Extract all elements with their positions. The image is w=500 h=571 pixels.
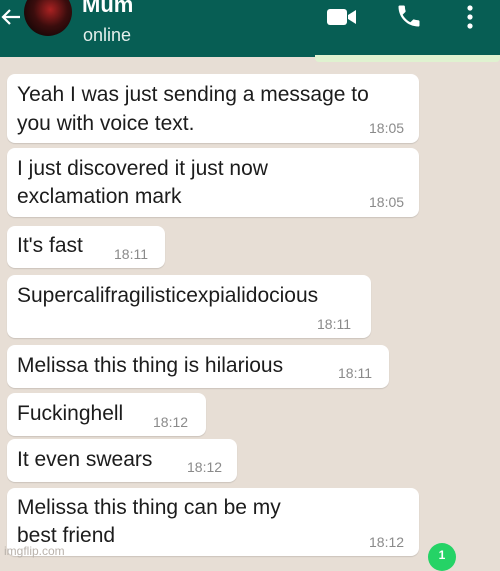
message-bubble[interactable]: Yeah I was just sending a message to you… <box>7 74 419 143</box>
message-text-line: Yeah I was just sending a message to <box>17 83 369 106</box>
message-bubble[interactable]: It even swears 18:12 <box>7 439 237 482</box>
watermark: imgflip.com <box>4 544 65 558</box>
message-time: 18:12 <box>153 414 189 430</box>
message-bubble[interactable]: Fuckinghell 18:12 <box>7 393 206 436</box>
message-text-line: you with voice text. <box>17 112 195 135</box>
video-call-icon[interactable] <box>326 6 358 33</box>
message-text-line: Melissa this thing is hilarious <box>17 354 284 377</box>
back-arrow-icon[interactable] <box>0 6 22 28</box>
avatar[interactable] <box>24 0 72 36</box>
message-bubble[interactable]: It's fast 18:11 <box>7 226 165 268</box>
contact-status: online <box>83 25 132 45</box>
message-time: 18:05 <box>369 120 405 136</box>
message-time: 18:11 <box>317 316 351 332</box>
message-time: 18:05 <box>369 194 405 210</box>
message-bubble[interactable]: Melissa this thing is hilarious 18:11 <box>7 345 389 388</box>
phone-call-icon[interactable] <box>395 2 423 35</box>
message-text-line: exclamation mark <box>17 185 182 208</box>
message-text-line: Melissa this thing can be my <box>17 496 281 519</box>
message-list[interactable]: Yeah I was just sending a message to you… <box>0 57 500 561</box>
message-text-line: Fuckinghell <box>17 402 124 425</box>
message-bubble[interactable]: I just discovered it just now exclamatio… <box>7 148 419 217</box>
message-time: 18:11 <box>114 246 148 262</box>
contact-name[interactable]: Mum <box>82 0 133 18</box>
message-time: 18:12 <box>369 534 405 550</box>
message-text-line: Supercalifragilisticexpialidocious <box>17 284 319 307</box>
message-text-line: It even swears <box>17 448 153 471</box>
message-time: 18:11 <box>338 365 372 381</box>
message-bubble[interactable]: Melissa this thing can be my best friend… <box>7 488 419 556</box>
message-text-line: I just discovered it just now <box>17 157 268 180</box>
message-time: 18:12 <box>187 459 223 475</box>
chat-header: Mum online <box>0 0 500 57</box>
message-bubble[interactable]: Supercalifragilisticexpialidocious 18:11 <box>7 275 371 338</box>
more-options-icon[interactable] <box>466 4 474 35</box>
message-text-line: It's fast <box>17 234 83 257</box>
unread-badge[interactable]: 1 <box>428 543 456 571</box>
